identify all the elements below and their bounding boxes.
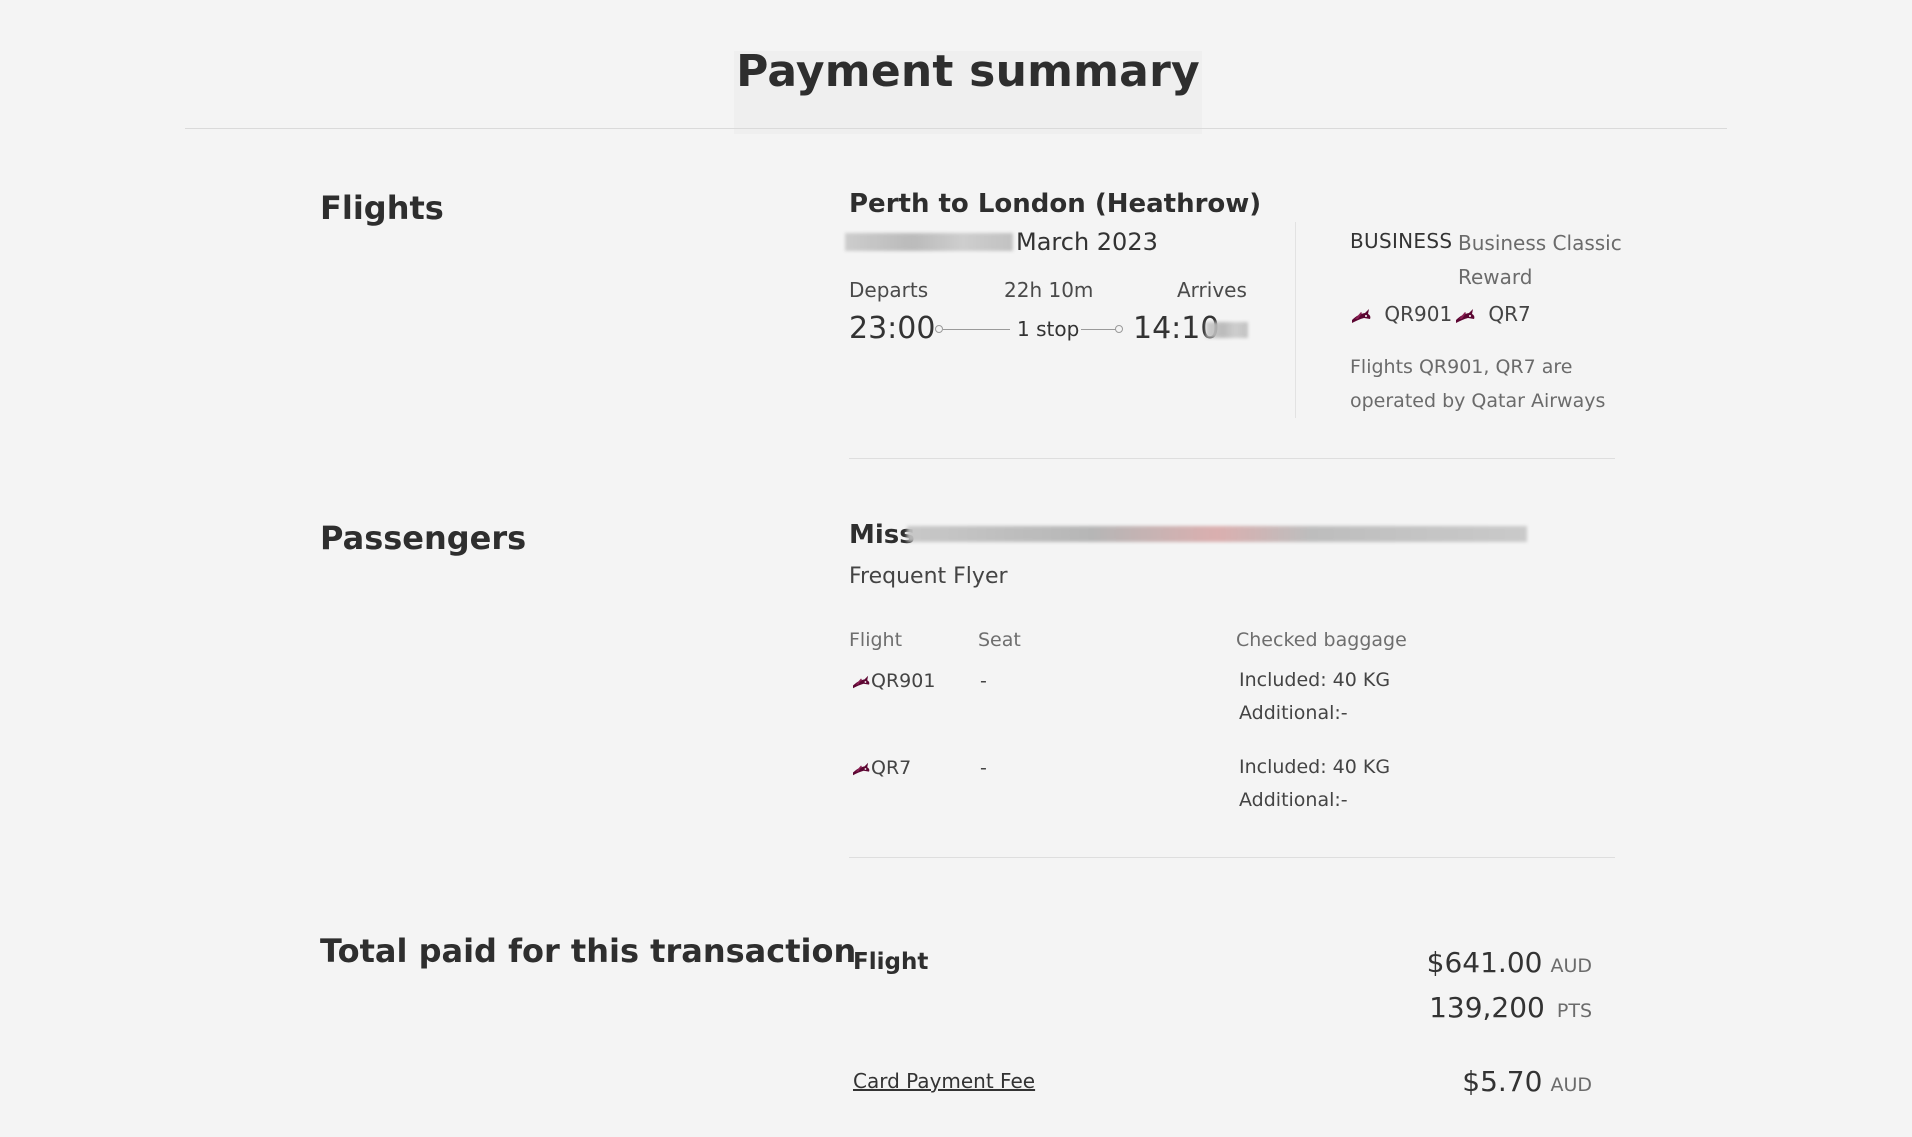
qatar-oryx-icon (1454, 307, 1476, 325)
flight-route: Perth to London (Heathrow) (849, 189, 1262, 219)
cabin-class: BUSINESS (1350, 229, 1453, 253)
card-payment-fee-link[interactable]: Card Payment Fee (853, 1067, 1035, 1095)
flight-charge-amount: $641.00 AUD (1426, 946, 1592, 979)
flight-charge-label: Flight (853, 949, 929, 975)
operated-by-note: Flights QR901, QR7 are operated by Qatar… (1350, 356, 1606, 412)
flights-heading: Flights (320, 189, 444, 227)
total-heading: Total paid for this transaction (320, 932, 857, 970)
column-seat: Seat (978, 629, 1021, 651)
flight-date: March 2023 (1016, 228, 1158, 256)
row-2-flight: QR7 (851, 754, 911, 782)
stop-line-right (1081, 329, 1116, 330)
card-fee-amount: $5.70 AUD (1462, 1065, 1592, 1098)
row-1-flight: QR901 (851, 667, 935, 695)
column-flight: Flight (849, 629, 903, 651)
row-1-baggage: Included: 40 KG Additional:- (1239, 669, 1391, 724)
flight-number-2: QR7 (1454, 300, 1531, 328)
row-1-seat: - (980, 670, 987, 692)
depart-time: 23:00 (849, 311, 936, 346)
stop-count: 1 stop (1017, 317, 1080, 341)
passenger-type: Frequent Flyer (849, 564, 1008, 589)
qatar-oryx-icon (1350, 307, 1372, 325)
qatar-oryx-icon (851, 674, 871, 690)
passengers-divider (849, 857, 1615, 858)
page-title: Payment summary (736, 46, 1200, 97)
date-redaction (845, 233, 1013, 251)
column-checked-baggage: Checked baggage (1236, 629, 1407, 651)
header-divider (185, 128, 1727, 129)
arrive-day-redaction (1206, 322, 1248, 338)
qatar-oryx-icon (851, 761, 871, 777)
departs-label: Departs (849, 278, 929, 302)
arrive-dot (1115, 325, 1123, 333)
passenger-title: Miss (849, 520, 915, 550)
passenger-name-redaction (907, 526, 1527, 542)
flight-number-1: QR901 (1350, 300, 1452, 328)
fare-type: Business Classic Reward (1458, 231, 1622, 289)
flight-duration: 22h 10m (1004, 278, 1094, 302)
points-amount: 139,200 PTS (1429, 991, 1592, 1024)
depart-dot (935, 325, 943, 333)
arrives-label: Arrives (1177, 278, 1247, 302)
flight-detail-divider (1295, 222, 1296, 418)
row-2-baggage: Included: 40 KG Additional:- (1239, 756, 1391, 811)
stop-line-left (943, 329, 1010, 330)
passengers-heading: Passengers (320, 519, 527, 557)
flights-divider (849, 458, 1615, 459)
row-2-seat: - (980, 757, 987, 779)
